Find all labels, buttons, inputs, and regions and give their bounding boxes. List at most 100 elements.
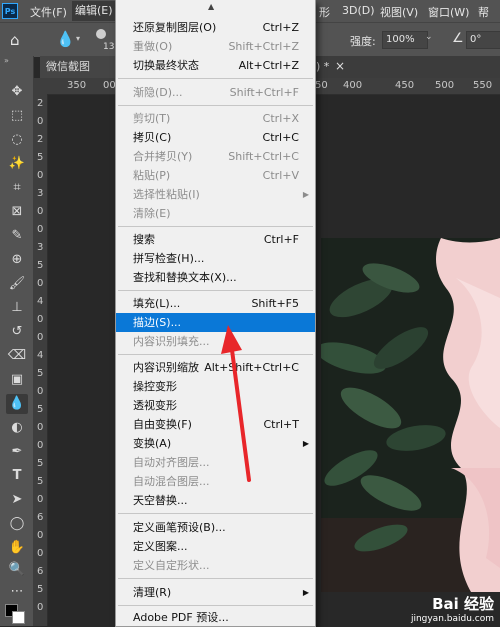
menu-view[interactable]: 视图(V) <box>380 4 418 20</box>
ruler-label: 5 <box>37 458 44 469</box>
ruler-label: 2 <box>37 134 44 145</box>
menu-item-copy[interactable]: 拷贝(C) Ctrl+C <box>116 128 315 147</box>
ruler-label: 0 <box>37 530 44 541</box>
crop-tool-icon[interactable]: ⌗ <box>6 178 28 198</box>
baidu-watermark: Bai 经验 jingyan.baidu.com <box>411 593 494 624</box>
menu-item-clear[interactable]: 清除(E) <box>116 204 315 223</box>
collapse-icon[interactable]: » <box>4 56 9 65</box>
history-brush-tool-icon[interactable]: ↺ <box>6 322 28 342</box>
menu-item-define-brush[interactable]: 定义画笔预设(B)... <box>116 518 315 537</box>
hand-tool-icon[interactable]: ✋ <box>6 538 28 558</box>
menu-file[interactable]: 文件(F) <box>30 4 67 20</box>
close-tab-icon[interactable]: × <box>335 59 345 73</box>
menu-help[interactable]: 帮 <box>478 4 489 20</box>
menu-item-fill[interactable]: 填充(L)... Shift+F5 <box>116 294 315 313</box>
ruler-label: 4 <box>37 296 44 307</box>
ruler-label: 0 <box>37 386 44 397</box>
canvas-image[interactable] <box>321 238 500 592</box>
menu-item-find-replace[interactable]: 查找和替换文本(X)... <box>116 268 315 287</box>
menu-window[interactable]: 窗口(W) <box>428 4 469 20</box>
menu-item-fade[interactable]: 渐隐(D)... Shift+Ctrl+F <box>116 83 315 102</box>
lasso-tool-icon[interactable]: ◌ <box>6 130 28 150</box>
strength-label: 强度: <box>350 35 376 48</box>
ruler-label: 0 <box>37 602 44 613</box>
menu-separator <box>118 78 313 79</box>
angle-input[interactable]: 0° <box>466 31 500 49</box>
menu-item-search[interactable]: 搜索 Ctrl+F <box>116 230 315 249</box>
eraser-tool-icon[interactable]: ⌫ <box>6 346 28 366</box>
dropdown-chevron-icon[interactable]: ▾ <box>76 34 80 43</box>
watermark-brand: Bai 经验 <box>432 595 494 613</box>
menu-item-define-pattern[interactable]: 定义图案... <box>116 537 315 556</box>
ruler-label: 4 <box>37 350 44 361</box>
flower-photo <box>321 238 500 592</box>
menu-separator <box>118 226 313 227</box>
menu-item-sky-replacement[interactable]: 天空替换... <box>116 491 315 510</box>
menu-item-copy-merged[interactable]: 合并拷贝(Y) Shift+Ctrl+C <box>116 147 315 166</box>
tools-panel: » ✥ ⬚ ◌ ✨ ⌗ ⊠ ✎ ⊕ 🖌 ⊥ ↺ ⌫ ▣ 💧 ◐ ✒ T ➤ ◯ … <box>0 56 34 626</box>
dodge-tool-icon[interactable]: ◐ <box>6 418 28 438</box>
type-tool-icon[interactable]: T <box>6 466 28 486</box>
ruler-label: 6 <box>37 566 44 577</box>
ruler-label: 3 <box>37 188 44 199</box>
scroll-up-arrow-icon[interactable]: ▲ <box>208 2 214 11</box>
menu-separator <box>118 513 313 514</box>
menu-separator <box>118 578 313 579</box>
brush-tool-icon[interactable]: 🖌 <box>6 274 28 294</box>
more-tools-icon[interactable]: ⋯ <box>6 582 28 602</box>
ruler-label: 0 <box>37 422 44 433</box>
magic-wand-tool-icon[interactable]: ✨ <box>6 154 28 174</box>
frame-tool-icon[interactable]: ⊠ <box>6 202 28 222</box>
zoom-tool-icon[interactable]: 🔍 <box>6 560 28 580</box>
menu-item-toggle-last-state[interactable]: 切换最终状态 Alt+Ctrl+Z <box>116 56 315 75</box>
strength-input[interactable]: 100% <box>382 31 428 49</box>
menu-separator <box>118 290 313 291</box>
ruler-label: 6 <box>37 512 44 523</box>
ruler-label: 0 <box>37 170 44 181</box>
menu-item-define-shape[interactable]: 定义自定形状... <box>116 556 315 575</box>
menu-item-cut[interactable]: 剪切(T) Ctrl+X <box>116 109 315 128</box>
ruler-label: 0 <box>37 548 44 559</box>
document-tab[interactable]: 微信截图_2021 <box>40 56 121 95</box>
menu-item-undo[interactable]: 还原复制图层(O) Ctrl+Z <box>116 18 315 37</box>
eyedropper-tool-icon[interactable]: ✎ <box>6 226 28 246</box>
ruler-label: 0 <box>37 494 44 505</box>
submenu-arrow-icon: ▶ <box>302 190 309 199</box>
menu-item-purge[interactable]: 清理(R) ▶ <box>116 583 315 602</box>
ruler-label: 0 <box>37 314 44 325</box>
gradient-tool-icon[interactable]: ▣ <box>6 370 28 390</box>
strength-dropdown-icon[interactable]: ⌄ <box>425 32 433 42</box>
move-tool-icon[interactable]: ✥ <box>6 82 28 102</box>
path-selection-tool-icon[interactable]: ➤ <box>6 490 28 510</box>
menu-item-paste[interactable]: 粘贴(P) Ctrl+V <box>116 166 315 185</box>
annotation-arrow <box>221 325 251 482</box>
angle-icon: ∠ <box>452 31 464 46</box>
ruler-label: 3 <box>37 242 44 253</box>
pen-tool-icon[interactable]: ✒ <box>6 442 28 462</box>
submenu-arrow-icon: ▶ <box>302 439 309 448</box>
submenu-arrow-icon: ▶ <box>302 588 309 597</box>
menu-item-redo[interactable]: 重做(O) Shift+Ctrl+Z <box>116 37 315 56</box>
stamp-tool-icon[interactable]: ⊥ <box>6 298 28 318</box>
menu-item-spell-check[interactable]: 拼写检查(H)... <box>116 249 315 268</box>
ellipse-tool-icon[interactable]: ◯ <box>6 514 28 534</box>
menu-edit[interactable]: 编辑(E) <box>72 1 116 21</box>
menu-3d[interactable]: 3D(D) <box>342 4 375 17</box>
photoshop-logo: Ps <box>2 3 18 19</box>
menu-item-pdf-presets[interactable]: Adobe PDF 预设... <box>116 608 315 627</box>
menu-item-paste-special[interactable]: 选择性粘贴(I) ▶ <box>116 185 315 204</box>
ruler-label: 5 <box>37 476 44 487</box>
background-color-swatch[interactable] <box>12 611 25 624</box>
healing-tool-icon[interactable]: ⊕ <box>6 250 28 270</box>
blur-tool-icon[interactable]: 💧 <box>56 30 75 48</box>
ruler-label: 5 <box>37 404 44 415</box>
home-icon[interactable]: ⌂ <box>10 31 20 49</box>
document-tab-suffix: ) * <box>316 60 330 73</box>
ruler-label: 0 <box>37 206 44 217</box>
blur-tool-icon[interactable]: 💧 <box>6 394 28 414</box>
menu-text[interactable]: 形 <box>319 4 330 20</box>
ruler-label: 2 <box>37 98 44 109</box>
brush-preview-icon[interactable] <box>96 29 106 39</box>
marquee-tool-icon[interactable]: ⬚ <box>6 106 28 126</box>
ruler-label: 50 <box>315 80 328 91</box>
